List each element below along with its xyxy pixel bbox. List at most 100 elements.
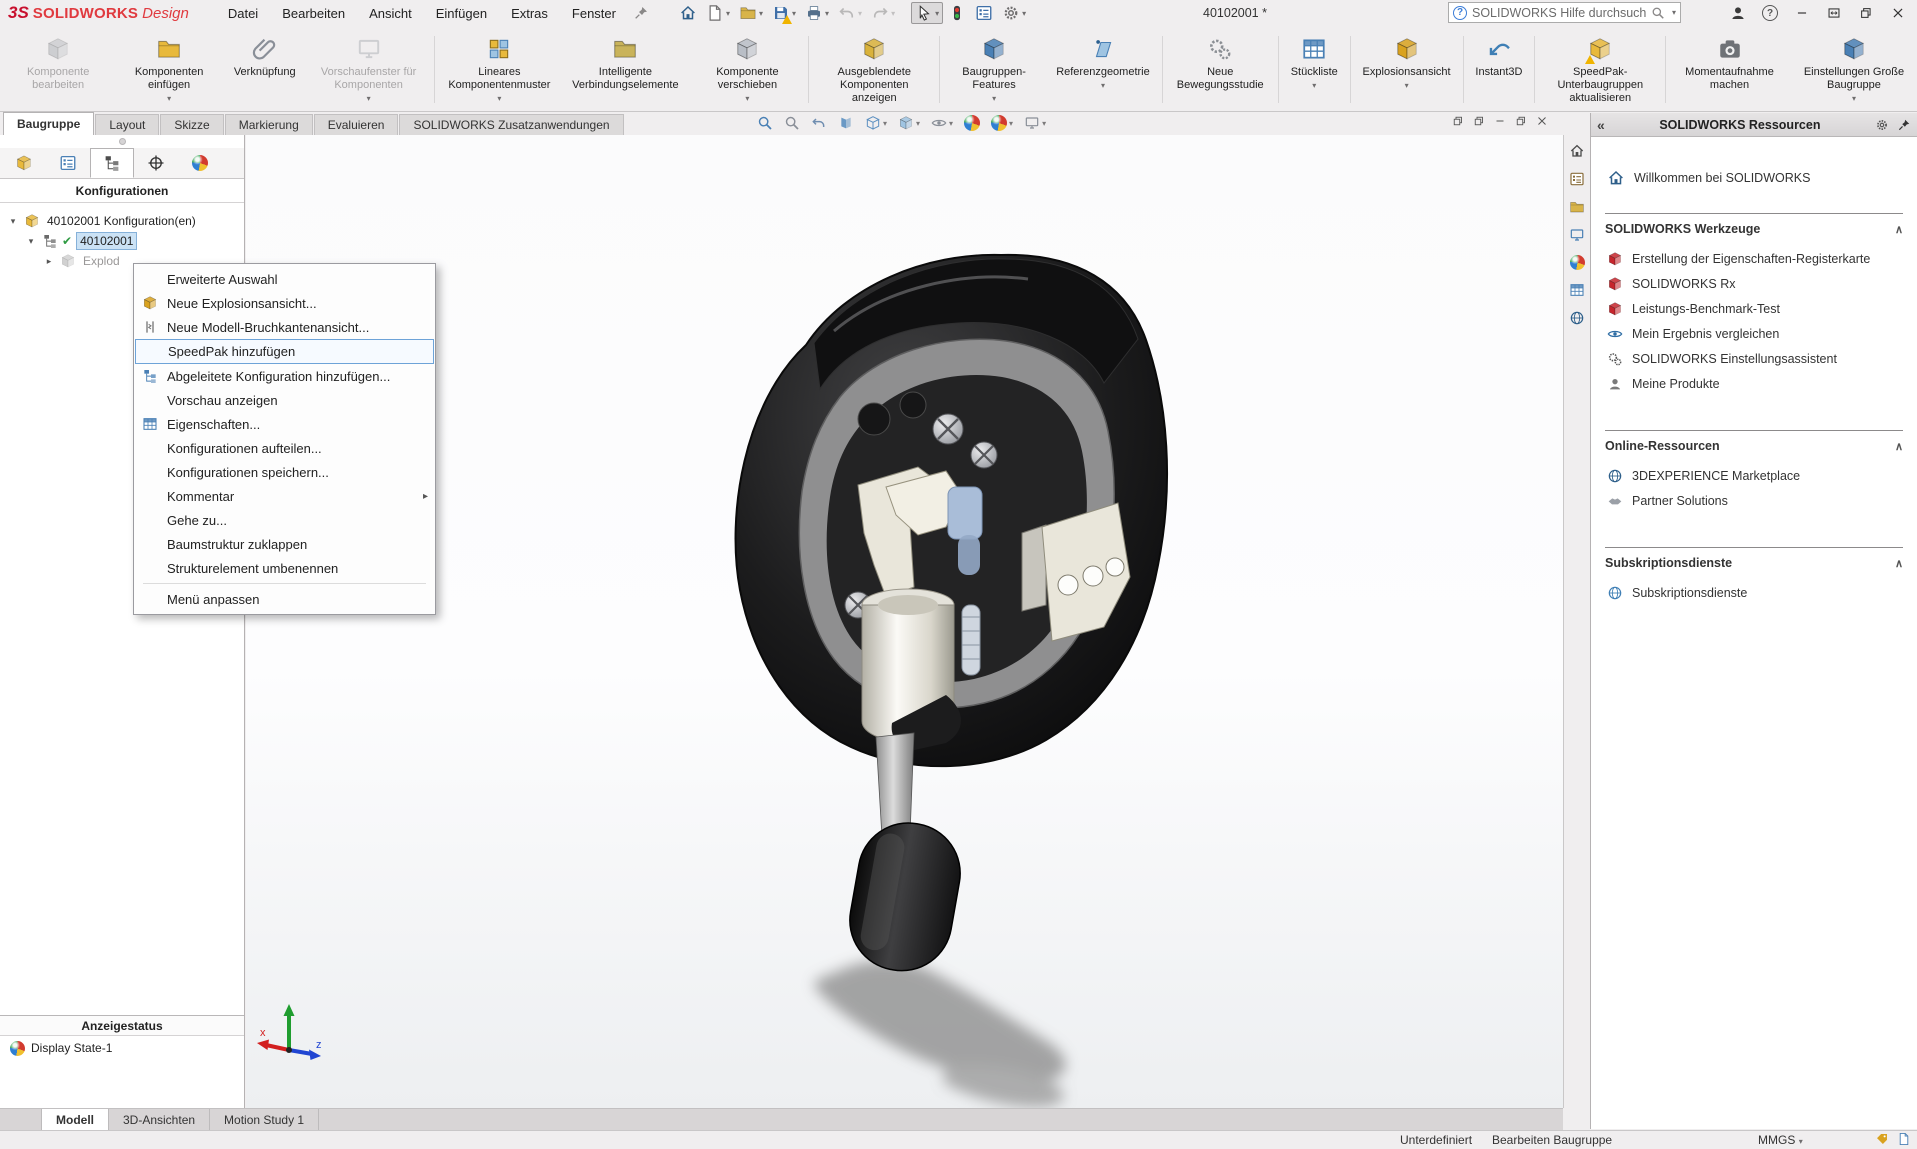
ribbon-preview-window[interactable]: Vorschaufenster für Komponenten▾ xyxy=(306,28,432,111)
display-state-header[interactable]: Anzeigestatus xyxy=(0,1015,244,1036)
graphics-viewport[interactable]: x z xyxy=(246,135,1563,1108)
pane-left-icon[interactable] xyxy=(1452,115,1464,130)
view-orientation-button[interactable]: ▾ xyxy=(863,114,889,132)
link-partner-solutions[interactable]: Partner Solutions xyxy=(1607,488,1903,513)
tree-collapsed-icon[interactable]: ▸ xyxy=(42,256,56,267)
appearances-icon[interactable] xyxy=(1570,255,1585,270)
collapse-section-icon[interactable]: ∧ xyxy=(1895,557,1903,570)
custom-properties-icon[interactable] xyxy=(1569,282,1585,298)
caret-down-icon[interactable]: ▾ xyxy=(916,119,920,128)
print-button[interactable]: ▾ xyxy=(801,2,833,24)
select-tool-button[interactable]: ▾ xyxy=(911,2,943,24)
collapse-section-icon[interactable]: ∧ xyxy=(1895,440,1903,453)
doc-restore-icon[interactable] xyxy=(1515,115,1527,130)
menu-item-vorschau-anzeigen[interactable]: Vorschau anzeigen xyxy=(135,388,434,412)
tree-root-label[interactable]: 40102001 Konfiguration(en) xyxy=(44,213,199,229)
collapse-pane-icon[interactable]: « xyxy=(1597,117,1605,133)
menu-datei[interactable]: Datei xyxy=(217,3,269,24)
ribbon-assembly-features[interactable]: Baugruppen-Features▾ xyxy=(942,28,1046,111)
file-explorer-icon[interactable] xyxy=(1569,199,1585,215)
restore-button[interactable] xyxy=(1853,2,1879,24)
caret-down-icon[interactable]: ▾ xyxy=(935,9,939,18)
help-search-box[interactable]: ? SOLIDWORKS Hilfe durchsuchen ▾ xyxy=(1448,2,1681,23)
display-style-button[interactable]: ▾ xyxy=(896,114,922,132)
search-caret-icon[interactable]: ▾ xyxy=(1672,8,1676,17)
display-state-row[interactable]: Display State-1 xyxy=(0,1036,244,1060)
menu-item-neue-explosionsansicht[interactable]: Neue Explosionsansicht... xyxy=(135,291,434,315)
quick-tips-icon[interactable] xyxy=(1897,1132,1911,1146)
apply-scene-button[interactable]: ▾ xyxy=(989,114,1015,132)
link-benchmark-test[interactable]: Leistungs-Benchmark-Test xyxy=(1607,296,1903,321)
welcome-link[interactable]: Willkommen bei SOLIDWORKS xyxy=(1607,169,1903,187)
tree-exploded-label[interactable]: Explod xyxy=(80,253,123,269)
caret-down-icon[interactable]: ▾ xyxy=(1852,94,1856,103)
ribbon-edit-component[interactable]: Komponente bearbeiten xyxy=(2,28,114,111)
view-settings-button[interactable]: ▾ xyxy=(1022,114,1048,132)
feature-manager-tab[interactable] xyxy=(2,148,46,178)
close-button[interactable] xyxy=(1885,2,1911,24)
search-icon[interactable] xyxy=(1651,6,1665,20)
tree-row-root[interactable]: ▾ 40102001 Konfiguration(en) xyxy=(0,211,244,231)
menu-item-kommentar[interactable]: Kommentar▸ xyxy=(135,484,434,508)
save-button[interactable]: ▾ xyxy=(768,2,800,24)
tab-evaluieren[interactable]: Evaluieren xyxy=(314,114,399,135)
collapse-section-icon[interactable]: ∧ xyxy=(1895,223,1903,236)
link-3dexperience-marketplace[interactable]: 3DEXPERIENCE Marketplace xyxy=(1607,463,1903,488)
ribbon-large-assembly-settings[interactable]: Einstellungen Große Baugruppe▾ xyxy=(1791,28,1917,111)
menu-item-menue-anpassen[interactable]: Menü anpassen xyxy=(135,587,434,611)
pane-right-icon[interactable] xyxy=(1473,115,1485,130)
caret-down-icon[interactable]: ▾ xyxy=(745,94,749,103)
caret-down-icon[interactable]: ▾ xyxy=(792,9,796,18)
tab-skizze[interactable]: Skizze xyxy=(160,114,223,135)
ribbon-show-hidden-components[interactable]: Ausgeblendete Komponenten anzeigen xyxy=(811,28,937,111)
link-solidworks-rx[interactable]: SOLIDWORKS Rx xyxy=(1607,271,1903,296)
menu-fenster[interactable]: Fenster xyxy=(561,3,627,24)
menu-bearbeiten[interactable]: Bearbeiten xyxy=(271,3,356,24)
new-document-button[interactable]: ▾ xyxy=(702,2,734,24)
previous-view-button[interactable] xyxy=(809,114,829,132)
zoom-area-button[interactable] xyxy=(782,114,802,132)
menu-item-strukturelement-umbenennen[interactable]: Strukturelement umbenennen xyxy=(135,556,434,580)
caret-down-icon[interactable]: ▾ xyxy=(1405,81,1409,90)
caret-down-icon[interactable]: ▾ xyxy=(992,94,996,103)
minimize-button[interactable] xyxy=(1789,2,1815,24)
menu-item-erweiterte-auswahl[interactable]: Erweiterte Auswahl xyxy=(135,267,434,291)
tree-expand-icon[interactable]: ▾ xyxy=(24,236,38,247)
options-button[interactable]: ▾ xyxy=(998,2,1030,24)
ribbon-instant3d[interactable]: Instant3D xyxy=(1465,28,1532,111)
pin-pane-icon[interactable] xyxy=(1897,118,1911,132)
task-pane-gear-icon[interactable] xyxy=(1875,118,1889,132)
menu-item-speedpak-hinzufuegen[interactable]: SpeedPak hinzufügen xyxy=(135,339,434,364)
tab-markierung[interactable]: Markierung xyxy=(225,114,313,135)
caret-down-icon[interactable]: ▾ xyxy=(1312,81,1316,90)
caret-down-icon[interactable]: ▾ xyxy=(759,9,763,18)
ribbon-bom[interactable]: Stückliste▾ xyxy=(1281,28,1348,111)
tree-row-selected-config[interactable]: ▾ ✔ 40102001 xyxy=(0,231,244,251)
ribbon-mate[interactable]: Verknüpfung xyxy=(224,28,306,111)
caret-down-icon[interactable]: ▾ xyxy=(726,9,730,18)
home-button[interactable] xyxy=(675,2,701,24)
units-selector[interactable]: MMGS ▾ xyxy=(1758,1133,1803,1147)
link-my-products[interactable]: Meine Produkte xyxy=(1607,371,1903,396)
menu-item-modell-bruchkantenansicht[interactable]: Neue Modell-Bruchkantenansicht... xyxy=(135,315,434,339)
ribbon-new-motion-study[interactable]: Neue Bewegungsstudie xyxy=(1165,28,1276,111)
caret-down-icon[interactable]: ▾ xyxy=(497,94,501,103)
ribbon-insert-components[interactable]: Komponenten einfügen▾ xyxy=(114,28,223,111)
caret-down-icon[interactable]: ▾ xyxy=(1042,119,1046,128)
tab-zusatzanwendungen[interactable]: SOLIDWORKS Zusatzanwendungen xyxy=(399,114,623,135)
doc-minimize-icon[interactable] xyxy=(1494,115,1506,130)
caret-down-icon[interactable]: ▾ xyxy=(1009,119,1013,128)
tab-layout[interactable]: Layout xyxy=(95,114,159,135)
ribbon-speedpak-update[interactable]: SpeedPak-Unterbaugruppen aktualisieren xyxy=(1537,28,1663,111)
tab-3d-ansichten[interactable]: 3D-Ansichten xyxy=(109,1109,210,1130)
section-view-button[interactable] xyxy=(836,114,856,132)
ribbon-take-snapshot[interactable]: Momentaufnahme machen xyxy=(1668,28,1791,111)
caret-down-icon[interactable]: ▾ xyxy=(167,94,171,103)
menu-item-gehe-zu[interactable]: Gehe zu... xyxy=(135,508,434,532)
account-button[interactable] xyxy=(1725,2,1751,24)
panel-splitter-grip[interactable] xyxy=(0,135,244,148)
tab-motion-study[interactable]: Motion Study 1 xyxy=(210,1109,319,1130)
forum-icon[interactable] xyxy=(1569,310,1585,326)
link-compare-results[interactable]: Mein Ergebnis vergleichen xyxy=(1607,321,1903,346)
caret-down-icon[interactable]: ▾ xyxy=(1022,9,1026,18)
